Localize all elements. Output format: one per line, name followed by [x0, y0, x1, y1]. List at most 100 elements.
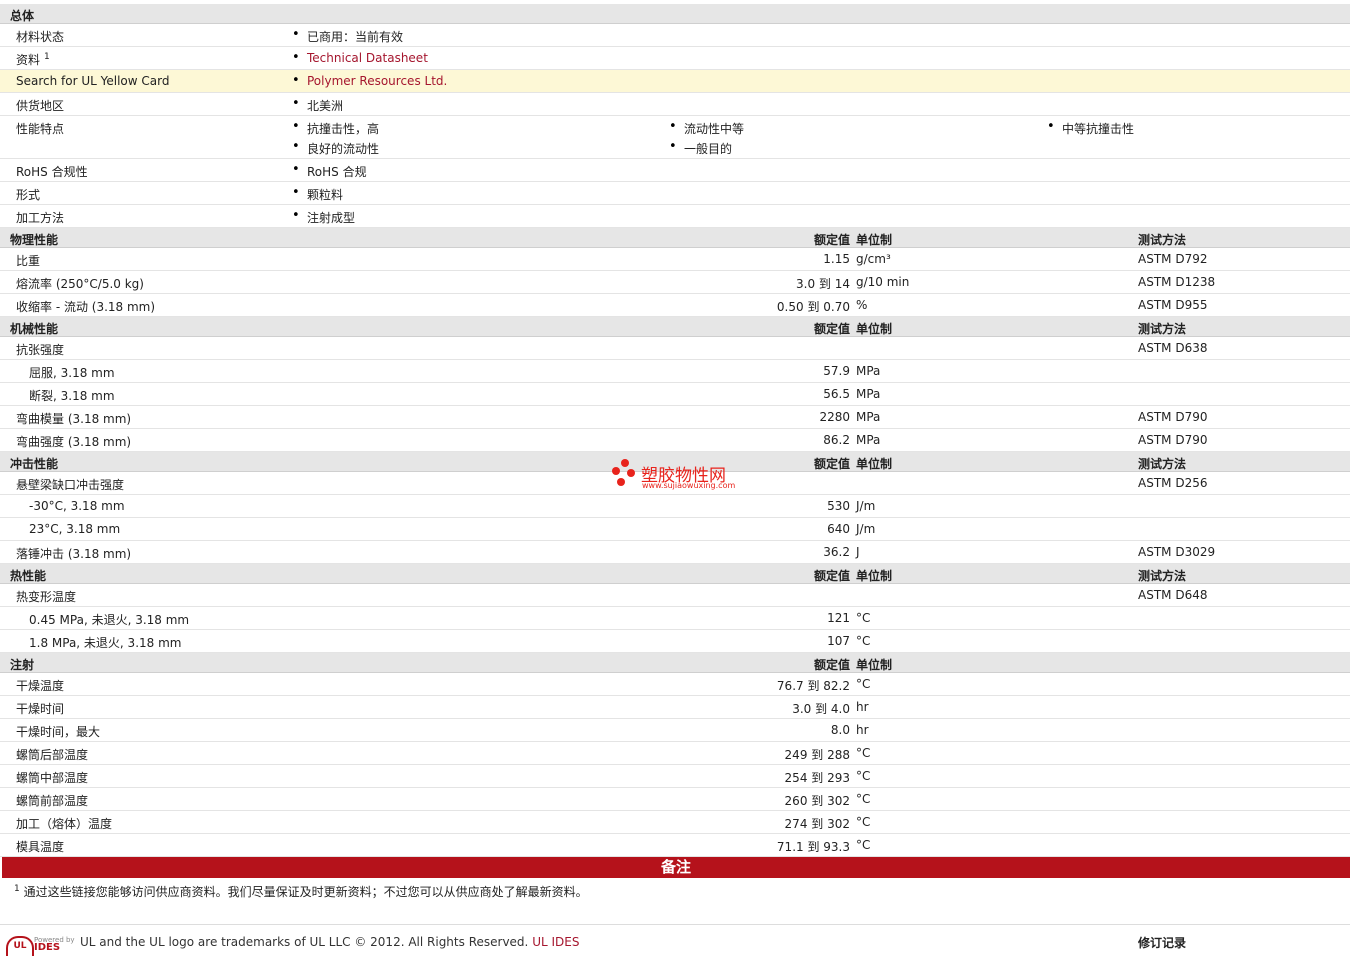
- property-label: 干燥时间: [16, 702, 65, 716]
- test-method: ASTM D955: [1138, 298, 1208, 312]
- property-row: 23°C, 3.18 mm 640 J/m: [0, 518, 1350, 541]
- revision-history-link[interactable]: 修订记录: [1138, 934, 1186, 951]
- header-unit: 单位制: [856, 322, 893, 336]
- property-row: 1.8 MPa, 未退火, 3.18 mm 107 °C: [0, 630, 1350, 653]
- property-label: 悬壁梁缺口冲击强度: [16, 478, 125, 492]
- section-title: 机械性能: [10, 322, 59, 336]
- test-method: ASTM D3029: [1138, 545, 1216, 559]
- overview-row: 性能特点 抗撞击性，高良好的流动性 流动性中等一般目的 中等抗撞击性: [0, 116, 1350, 159]
- row-label: 供货地区: [16, 97, 64, 114]
- feature-item: 流动性中等: [669, 119, 744, 137]
- row-label-text: 加工方法: [16, 211, 65, 225]
- header-unit: 单位制: [856, 233, 893, 247]
- footnote-text: 通过这些链接您能够访问供应商资料。我们尽量保证及时更新资料；不过您可以从供应商处…: [23, 885, 588, 899]
- property-row: 螺筒后部温度 249 到 288 °C: [0, 742, 1350, 765]
- property-unit: °C: [856, 792, 871, 806]
- property-label: 螺筒中部温度: [16, 771, 89, 785]
- row-label-text: 形式: [16, 188, 41, 202]
- property-unit: J: [856, 545, 860, 559]
- row-label: 资料 1: [16, 51, 50, 68]
- property-value: 76.7 到 82.2: [776, 679, 850, 693]
- property-label: 收缩率 - 流动 (3.18 mm): [16, 300, 156, 314]
- property-unit: g/10 min: [856, 275, 910, 289]
- header-unit: 单位制: [856, 658, 893, 672]
- property-label: 0.45 MPa, 未退火, 3.18 mm: [29, 613, 190, 627]
- row-label-text: 资料: [16, 53, 41, 67]
- section-header: 物理性能 额定值 单位制 测试方法: [0, 228, 1350, 248]
- property-unit: J/m: [856, 499, 876, 513]
- property-value: 274 到 302: [784, 817, 850, 831]
- property-value: 3.0 到 14: [796, 277, 850, 291]
- feature-item: 中等抗撞击性: [1047, 119, 1134, 137]
- property-label: 螺筒后部温度: [16, 748, 89, 762]
- property-unit: MPa: [856, 364, 881, 378]
- overview-row: 加工方法 注射成型: [0, 205, 1350, 228]
- supplier-link[interactable]: Polymer Resources Ltd.: [292, 73, 447, 88]
- property-row: 弯曲强度 (3.18 mm) 86.2 MPa ASTM D790: [0, 429, 1350, 452]
- property-label: 落锤冲击 (3.18 mm): [16, 547, 132, 561]
- row-label-text: 性能特点: [16, 122, 65, 136]
- bullet-item: 注射成型: [292, 208, 355, 226]
- property-label: 干燥时间，最大: [16, 725, 101, 739]
- property-row: 断裂, 3.18 mm 56.5 MPa: [0, 383, 1350, 406]
- property-unit: °C: [856, 746, 871, 760]
- property-label: 抗张强度: [16, 343, 65, 357]
- overview-row: RoHS 合规性 RoHS 合规: [0, 159, 1350, 182]
- header-method: 测试方法: [1138, 233, 1187, 247]
- overview-row: 形式 颗粒料: [0, 182, 1350, 205]
- property-sections: 物理性能 额定值 单位制 测试方法 比重 1.15 g/cm³ ASTM D792 熔流率 (2…: [0, 228, 1350, 857]
- property-label: 比重: [16, 254, 41, 268]
- bullet-item: RoHS 合规: [292, 162, 367, 180]
- property-value: 2280: [819, 410, 850, 424]
- datasheet-table: 总体 材料状态 已商用：当前有效资料1 Technical Datasheet Sea…: [0, 4, 1350, 857]
- section-title: 注射: [10, 658, 35, 672]
- header-value: 额定值: [813, 457, 850, 471]
- copyright-text: UL and the UL logo are trademarks of UL …: [80, 935, 529, 949]
- property-label: 热变形温度: [16, 590, 77, 604]
- property-unit: °C: [856, 815, 871, 829]
- test-method: ASTM D638: [1138, 341, 1208, 355]
- property-unit: °C: [856, 611, 871, 625]
- header-value: 额定值: [813, 569, 850, 583]
- powered-by-ides: Powered by IDES: [34, 936, 75, 953]
- bullet-item: 已商用：当前有效: [292, 27, 403, 45]
- property-row: 加工（熔体）温度 274 到 302 °C: [0, 811, 1350, 834]
- property-value: 107: [827, 634, 850, 648]
- header-value: 额定值: [813, 233, 850, 247]
- property-value: 0.50 到 0.70: [776, 300, 850, 314]
- footnote-number: 1: [14, 884, 20, 894]
- property-row: 熔流率 (250°C/5.0 kg) 3.0 到 14 g/10 min ASTM D…: [0, 271, 1350, 294]
- property-row: 热变形温度 ASTM D648: [0, 584, 1350, 607]
- property-value: 640: [827, 522, 850, 536]
- property-unit: MPa: [856, 433, 881, 447]
- property-row: 弯曲模量 (3.18 mm) 2280 MPa ASTM D790: [0, 406, 1350, 429]
- property-label: 1.8 MPa, 未退火, 3.18 mm: [29, 636, 182, 650]
- property-value: 254 到 293: [784, 771, 850, 785]
- property-row: -30°C, 3.18 mm 530 J/m: [0, 495, 1350, 518]
- header-method: 测试方法: [1138, 322, 1187, 336]
- row-label-text: 供货地区: [16, 99, 65, 113]
- property-label: 断裂, 3.18 mm: [29, 389, 115, 403]
- footer-divider: [0, 924, 1350, 925]
- ul-ides-link[interactable]: UL IDES: [532, 935, 579, 949]
- row-label: 形式: [16, 186, 40, 203]
- section-title: 物理性能: [10, 233, 59, 247]
- property-unit: °C: [856, 838, 871, 852]
- test-method: ASTM D792: [1138, 252, 1208, 266]
- property-unit: °C: [856, 677, 871, 691]
- test-method: ASTM D1238: [1138, 275, 1216, 289]
- property-unit: g/cm³: [856, 252, 891, 266]
- property-row: 抗张强度 ASTM D638: [0, 337, 1350, 360]
- property-label: 弯曲强度 (3.18 mm): [16, 435, 132, 449]
- ul-logo-icon: UL: [6, 936, 34, 956]
- property-unit: hr: [856, 700, 869, 714]
- supplier-link[interactable]: Technical Datasheet: [292, 50, 428, 65]
- overview-row: 资料1 Technical Datasheet: [0, 47, 1350, 70]
- row-label-text: 材料状态: [16, 30, 65, 44]
- property-value: 8.0: [830, 723, 850, 737]
- property-value: 3.0 到 4.0: [792, 702, 850, 716]
- header-value: 额定值: [813, 322, 850, 336]
- property-value: 36.2: [823, 545, 850, 559]
- bullet-item: 北美洲: [292, 96, 343, 114]
- property-unit: %: [856, 298, 868, 312]
